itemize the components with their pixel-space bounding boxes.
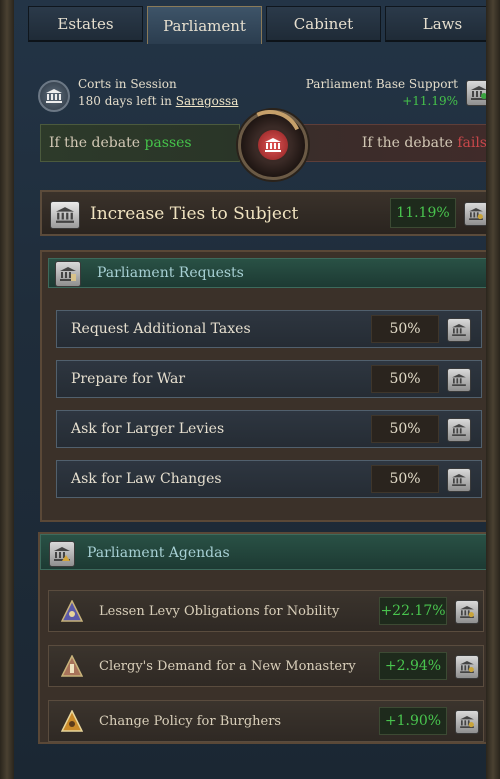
base-support-value: +11.19% xyxy=(402,94,458,108)
parliament-estates-icon xyxy=(49,541,75,567)
days-left-text: 180 days left in xyxy=(78,94,176,108)
parliament-coin-icon xyxy=(455,600,479,624)
debate-pass-prefix: If the debate xyxy=(49,135,145,151)
debate-progress-medallion[interactable] xyxy=(228,100,312,184)
debate-pass-word: passes xyxy=(144,135,192,151)
debate-passes-box[interactable]: If the debate passes xyxy=(40,124,240,162)
debate-fails-box[interactable]: If the debate fails xyxy=(296,124,496,162)
request-row[interactable]: Ask for Larger Levies 50% xyxy=(56,410,482,448)
parliament-icon xyxy=(447,468,471,492)
requests-title: Parliament Requests xyxy=(97,265,244,281)
session-text: Corts in Session 180 days left in Sarago… xyxy=(78,76,238,110)
requests-header: Parliament Requests xyxy=(48,258,488,288)
request-value: 50% xyxy=(371,365,439,393)
tab-laws[interactable]: Laws xyxy=(385,6,500,42)
session-days: 180 days left in Saragossa xyxy=(78,93,238,110)
agenda-row[interactable]: Change Policy for Burghers +1.90% xyxy=(48,700,484,742)
base-support-label: Parliament Base Support xyxy=(305,77,458,91)
base-support: Parliament Base Support +11.19% xyxy=(306,76,458,110)
city-link[interactable]: Saragossa xyxy=(176,94,239,108)
parliament-agendas-panel: Parliament Agendas Lessen Levy Obligatio… xyxy=(38,532,498,744)
agenda-support: +22.17% xyxy=(379,597,447,625)
parliament-check-icon xyxy=(466,80,492,106)
tab-label: Cabinet xyxy=(293,14,354,33)
parliament-window: Estates Parliament Cabinet Laws Corts in… xyxy=(0,0,500,779)
request-label: Prepare for War xyxy=(71,371,186,387)
parliament-icon xyxy=(447,318,471,342)
parliament-icon xyxy=(447,368,471,392)
parliament-requests-panel: Parliament Requests Request Additional T… xyxy=(40,250,496,522)
debate-fail-word: fails xyxy=(457,135,487,151)
agendas-header: Parliament Agendas xyxy=(40,534,496,570)
request-value: 50% xyxy=(371,315,439,343)
request-label: Request Additional Taxes xyxy=(71,321,251,337)
request-value: 50% xyxy=(371,415,439,443)
debate-fail-prefix: If the debate xyxy=(361,135,458,151)
request-row[interactable]: Prepare for War 50% xyxy=(56,360,482,398)
agenda-label: Lessen Levy Obligations for Nobility xyxy=(99,604,340,619)
agenda-support: +2.94% xyxy=(379,652,447,680)
support-breakdown-icon[interactable] xyxy=(464,202,488,226)
agendas-title: Parliament Agendas xyxy=(87,545,230,561)
parliament-coin-icon xyxy=(455,710,479,734)
nobility-estate-icon xyxy=(61,600,83,622)
proposal-support-value: 11.19% xyxy=(390,198,456,228)
agenda-row[interactable]: Clergy's Demand for a New Monastery +2.9… xyxy=(48,645,484,687)
parliament-columns-icon xyxy=(50,201,80,229)
tab-label: Estates xyxy=(57,14,114,33)
debate-outcome-bar: If the debate passes If the debate fails xyxy=(40,100,496,184)
agenda-support: +1.90% xyxy=(379,707,447,735)
agenda-label: Change Policy for Burghers xyxy=(99,714,282,729)
request-row[interactable]: Request Additional Taxes 50% xyxy=(56,310,482,348)
parliament-building-icon xyxy=(38,80,70,112)
request-row[interactable]: Ask for Law Changes 50% xyxy=(56,460,482,498)
tab-label: Laws xyxy=(422,14,463,33)
parliament-icon xyxy=(447,418,471,442)
tab-estates[interactable]: Estates xyxy=(28,6,143,42)
agenda-label: Clergy's Demand for a New Monastery xyxy=(99,659,356,674)
tab-parliament[interactable]: Parliament xyxy=(147,6,262,44)
proposal-name: Increase Ties to Subject xyxy=(90,204,299,224)
tab-bar: Estates Parliament Cabinet Laws xyxy=(28,6,500,44)
session-title: Corts in Session xyxy=(78,77,177,91)
request-label: Ask for Larger Levies xyxy=(71,421,225,437)
burghers-estate-icon xyxy=(61,710,83,732)
session-info: Corts in Session 180 days left in Sarago… xyxy=(38,74,498,114)
tab-cabinet[interactable]: Cabinet xyxy=(266,6,381,42)
request-value: 50% xyxy=(371,465,439,493)
current-proposal[interactable]: Increase Ties to Subject 11.19% xyxy=(40,190,496,236)
parliament-coin-icon xyxy=(455,655,479,679)
agenda-row[interactable]: Lessen Levy Obligations for Nobility +22… xyxy=(48,590,484,632)
clergy-estate-icon xyxy=(61,655,83,677)
request-label: Ask for Law Changes xyxy=(71,471,222,487)
tab-label: Parliament xyxy=(163,16,246,35)
scroll-parliament-icon xyxy=(55,261,81,287)
